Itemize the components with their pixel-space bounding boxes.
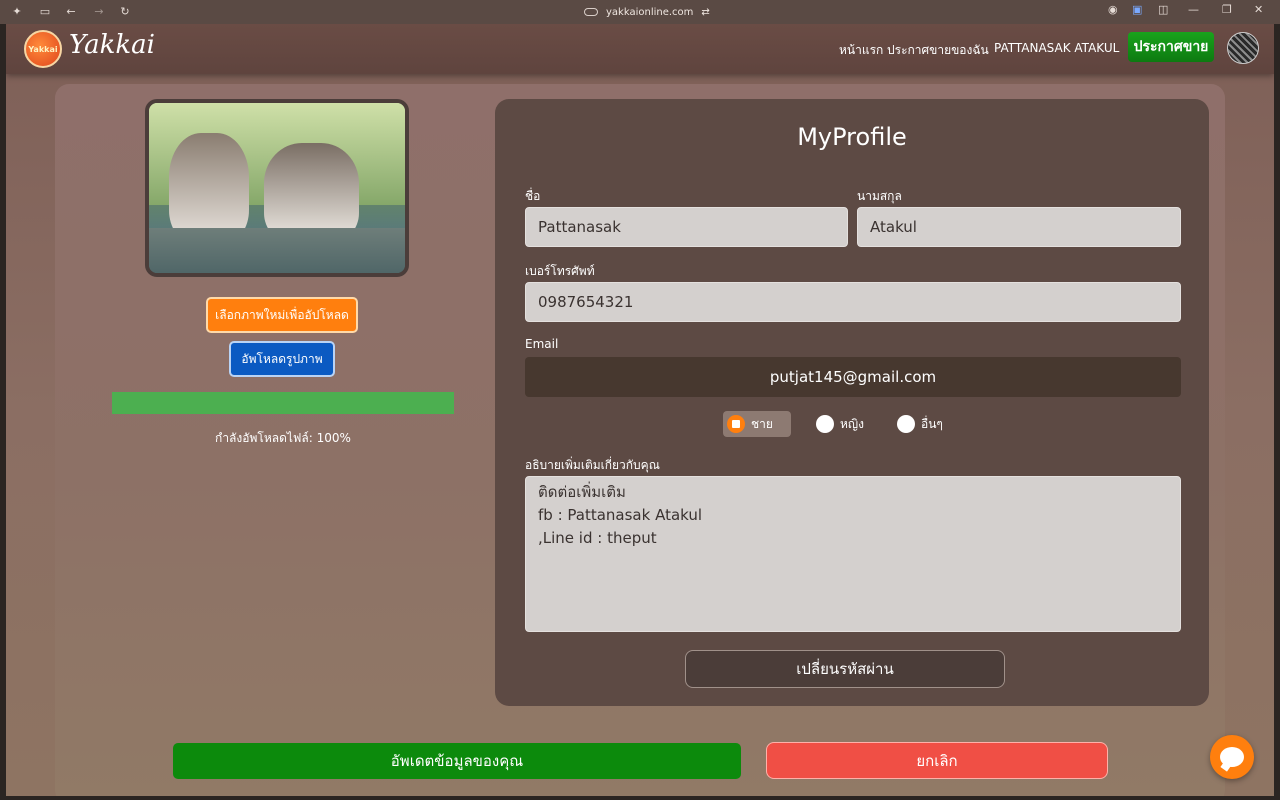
translate-icon[interactable]: ▣ <box>1132 3 1142 16</box>
phone-label: เบอร์โทรศัพท์ <box>525 264 595 278</box>
sidebar-toggle-icon[interactable]: ▭ <box>38 5 52 19</box>
phone-field[interactable]: 0987654321 <box>525 282 1181 322</box>
radio-unchecked-icon[interactable] <box>816 415 834 433</box>
about-line: fb : Pattanasak Atakul <box>538 506 703 524</box>
browser-toolbar: ✦ ▭ ← → ↻ yakkaionline.com ⇄ ◉ ▣ ◫ — ❐ ✕ <box>0 0 1280 24</box>
profile-panel: เลือกภาพใหม่เพื่ออัปโหลด อัพโหลดรูปภาพ ก… <box>55 84 1225 796</box>
gender-male-label: ชาย <box>751 416 773 431</box>
cat-left-image <box>169 133 249 243</box>
address-text: yakkaionline.com <box>606 6 694 18</box>
about-line: ติดต่อเพิ่มเติม <box>538 483 626 501</box>
radio-unchecked-icon[interactable] <box>897 415 915 433</box>
about-label: อธิบายเพิ่มเติมเกี่ยวกับคุณ <box>525 458 660 472</box>
restore-icon[interactable]: ❐ <box>1222 3 1232 16</box>
chat-bubble-icon <box>1220 747 1244 767</box>
reload-icon[interactable]: ↻ <box>118 5 132 19</box>
gender-option-female[interactable]: หญิง <box>816 411 864 437</box>
logo-badge[interactable]: Yakkai <box>24 30 62 68</box>
site-settings-icon[interactable]: ⇄ <box>701 7 709 18</box>
page-title: MyProfile <box>797 123 907 151</box>
user-avatar[interactable] <box>1227 32 1259 64</box>
nav-home-link[interactable]: หน้าแรก <box>839 41 883 60</box>
first-name-label: ชื่อ <box>525 189 541 203</box>
cancel-button[interactable]: ยกเลิก <box>766 742 1108 779</box>
upload-progress-bar <box>112 392 454 414</box>
upload-progress-fill <box>112 392 454 414</box>
close-icon[interactable]: ✕ <box>1254 3 1263 16</box>
upload-progress-text: กำลังอัพโหลดไฟล์: 100% <box>215 431 351 445</box>
update-profile-button[interactable]: อัพเดตข้อมูลของคุณ <box>173 743 741 779</box>
email-field: putjat145@gmail.com <box>525 357 1181 397</box>
back-icon[interactable]: ← <box>64 5 78 19</box>
gender-option-other[interactable]: อื่นๆ <box>897 411 943 437</box>
nav-my-listings-link[interactable]: ประกาศขายของฉัน <box>887 41 989 60</box>
email-label: Email <box>525 337 559 351</box>
minimize-icon[interactable]: — <box>1188 3 1199 16</box>
app-frame: Yakkai Yakkai หน้าแรก ประกาศขายของฉัน PA… <box>6 24 1274 796</box>
gender-other-label: อื่นๆ <box>921 416 943 431</box>
first-name-field[interactable]: Pattanasak <box>525 207 848 247</box>
last-name-field[interactable]: Atakul <box>857 207 1181 247</box>
wooden-board <box>149 228 405 273</box>
link-icon <box>584 8 598 16</box>
navbar: Yakkai Yakkai หน้าแรก ประกาศขายของฉัน PA… <box>6 24 1274 74</box>
change-password-button[interactable]: เปลี่ยนรหัสผ่าน <box>685 650 1005 688</box>
forward-icon[interactable]: → <box>92 5 106 19</box>
profile-form-card: MyProfile ชื่อ Pattanasak นามสกุล Atakul… <box>495 99 1209 706</box>
about-textarea[interactable]: ติดต่อเพิ่มเติม fb : Pattanasak Atakul ,… <box>525 476 1181 632</box>
post-listing-button[interactable]: ประกาศขาย <box>1128 32 1214 62</box>
gender-female-label: หญิง <box>840 416 864 431</box>
last-name-label: นามสกุล <box>857 189 902 203</box>
split-view-icon[interactable]: ◫ <box>1158 3 1168 16</box>
address-bar[interactable]: yakkaionline.com ⇄ <box>584 4 710 20</box>
choose-image-button[interactable]: เลือกภาพใหม่เพื่ออัปโหลด <box>206 297 358 333</box>
about-line: ,Line id : theput <box>538 529 657 547</box>
nav-profile-link[interactable]: PATTANASAK ATAKUL <box>994 41 1119 55</box>
workspaces-icon[interactable]: ✦ <box>10 5 24 19</box>
brand-name[interactable]: Yakkai <box>69 30 155 60</box>
chat-button[interactable] <box>1210 735 1254 779</box>
gender-option-male[interactable]: ชาย <box>723 411 791 437</box>
extension-icon[interactable]: ◉ <box>1108 3 1118 16</box>
profile-photo <box>145 99 409 277</box>
radio-checked-icon[interactable] <box>727 415 745 433</box>
upload-image-button[interactable]: อัพโหลดรูปภาพ <box>229 341 335 377</box>
